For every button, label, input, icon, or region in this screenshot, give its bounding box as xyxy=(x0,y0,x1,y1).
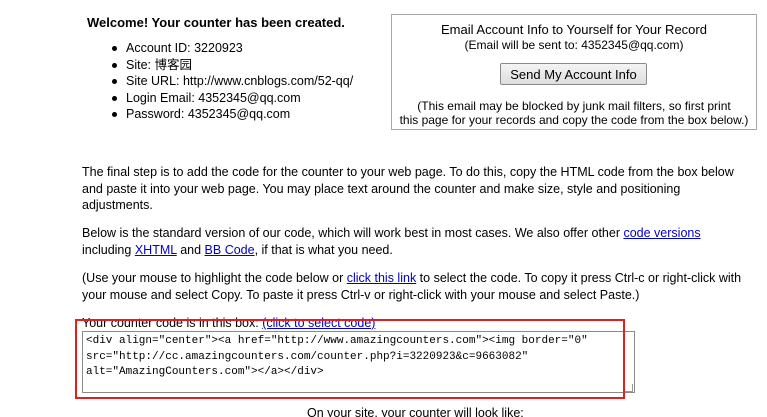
code-versions-link[interactable]: code versions xyxy=(623,226,700,240)
bullet-icon xyxy=(112,79,117,84)
email-note-line: (This email may be blocked by junk mail … xyxy=(417,99,731,113)
welcome-heading: Welcome! Your counter has been created. xyxy=(87,15,345,30)
copy-instructions-paragraph: (Use your mouse to highlight the code be… xyxy=(82,270,752,303)
code-box-label: Your counter code is in this box: (click… xyxy=(82,316,375,330)
text: Below is the standard version of our cod… xyxy=(82,226,624,240)
counter-preview-heading: On your site, your counter will look lik… xyxy=(307,406,524,417)
select-code-link[interactable]: (click to select code) xyxy=(262,316,375,330)
password: Password: 4352345@qq.com xyxy=(126,107,291,121)
site-name: Site: 博客园 xyxy=(126,57,192,72)
bullet-icon xyxy=(112,112,117,117)
text: Your counter code is in this box: xyxy=(82,316,263,330)
account-id: Account ID: 3220923 xyxy=(126,41,243,55)
code-versions-paragraph: Below is the standard version of our cod… xyxy=(82,225,752,258)
resize-grip-icon[interactable] xyxy=(625,384,633,392)
email-account-info-box: Email Account Info to Yourself for Your … xyxy=(391,14,757,130)
final-step-paragraph: The final step is to add the code for th… xyxy=(82,165,734,212)
counter-created-page: Welcome! Your counter has been created. … xyxy=(0,0,767,417)
list-item: Site URL: http://www.cnblogs.com/52-qq/ xyxy=(108,73,353,90)
list-item: Account ID: 3220923 xyxy=(108,40,353,57)
bb-code-link[interactable]: BB Code xyxy=(205,243,255,257)
site-url: Site URL: http://www.cnblogs.com/52-qq/ xyxy=(126,74,354,88)
text: including xyxy=(82,242,135,257)
list-item: Password: 4352345@qq.com xyxy=(108,106,353,123)
click-this-link[interactable]: click this link xyxy=(347,271,416,285)
text: and xyxy=(176,242,205,257)
bullet-icon xyxy=(112,62,117,68)
bullet-icon xyxy=(112,95,117,101)
email-note-line: this page for your records and copy the … xyxy=(399,113,749,127)
email-box-note: (This email may be blocked by junk mail … xyxy=(392,99,756,127)
bullet-icon xyxy=(112,46,117,51)
send-account-info-button[interactable]: Send My Account Info xyxy=(500,63,647,85)
list-item: Login Email: 4352345@qq.com xyxy=(108,90,353,107)
text: (Use your mouse to highlight the code be… xyxy=(82,271,347,285)
email-box-title: Email Account Info to Yourself for Your … xyxy=(441,22,707,37)
list-item: Site: 博客园 xyxy=(108,57,353,74)
xhtml-link[interactable]: XHTML xyxy=(135,243,177,257)
text: , if that is what you need. xyxy=(254,242,393,257)
login-email: Login Email: 4352345@qq.com xyxy=(126,90,301,105)
counter-code-textarea[interactable]: <div align="center"><a href="http://www.… xyxy=(82,331,635,393)
email-box-subtitle: (Email will be sent to: 4352345@qq.com) xyxy=(464,38,684,52)
account-info-list: Account ID: 3220923 Site: 博客园 Site URL: … xyxy=(108,40,353,123)
